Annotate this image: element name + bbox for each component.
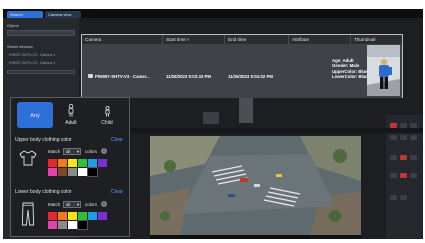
lower-clear-button[interactable]: Clear: [111, 189, 123, 195]
control-button[interactable]: [410, 135, 417, 140]
color-swatch[interactable]: [48, 159, 57, 167]
color-swatch[interactable]: [78, 212, 87, 220]
sort-indicator-icon: ▾: [186, 37, 190, 42]
column-start-time[interactable]: Start time ▾: [162, 35, 224, 44]
color-swatch[interactable]: [58, 221, 67, 229]
object-label: Object: [7, 23, 19, 28]
upper-match-value: all: [66, 149, 71, 154]
color-swatch[interactable]: [78, 168, 87, 176]
vms-window: Search Camera view Object Select devices…: [3, 9, 423, 239]
upper-clothing-title: Upper body clothing color: [15, 137, 72, 143]
camera-icon: [88, 74, 93, 78]
control-button[interactable]: [390, 155, 397, 160]
color-swatch[interactable]: [68, 221, 77, 229]
color-swatch[interactable]: [68, 159, 77, 167]
tab-search[interactable]: Search: [7, 11, 43, 18]
control-button[interactable]: [390, 173, 397, 178]
color-swatch[interactable]: [77, 220, 88, 230]
age-option-any[interactable]: Any: [17, 102, 53, 128]
lower-colors-label: colors: [85, 202, 98, 207]
ptz-control-panel: [386, 115, 423, 239]
background-thumbnail: [203, 112, 219, 124]
control-button[interactable]: [400, 135, 407, 140]
attribute-lower-color: LowerColor: Black: [332, 74, 370, 80]
appearance-filter-panel: Any Adult Child Upper body clothing colo…: [10, 97, 130, 237]
tab-camera-view[interactable]: Camera view: [45, 11, 81, 18]
color-swatch[interactable]: [58, 168, 67, 176]
control-button[interactable]: [390, 195, 397, 200]
camera-video-feed[interactable]: [150, 136, 361, 235]
control-button[interactable]: [400, 155, 407, 160]
age-option-child[interactable]: Child: [89, 102, 125, 128]
column-start-time-label: Start time: [166, 37, 186, 42]
color-swatch[interactable]: [87, 167, 98, 177]
device-row[interactable]: P09097-SHTV-V3 - Camera 1: [9, 53, 55, 57]
control-button[interactable]: [390, 135, 397, 140]
cell-end-time: 11/26/2023 5:04:02 PM: [228, 74, 273, 79]
window-tab-strip: Search Camera view: [3, 9, 423, 18]
lower-match-value: all: [66, 202, 71, 207]
upper-match-select[interactable]: all ▾: [63, 148, 81, 155]
age-option-label: Adult: [65, 120, 77, 126]
table-row[interactable]: P09097-SHTV-V3 - Camer... 11/26/2023 5:0…: [82, 44, 402, 98]
color-swatch[interactable]: [88, 159, 97, 167]
color-swatch[interactable]: [58, 212, 67, 220]
intersection-scene: [150, 136, 361, 235]
video-header: [123, 128, 423, 133]
color-swatch[interactable]: [48, 221, 57, 229]
chevron-down-icon: ▾: [76, 149, 79, 154]
control-button[interactable]: [400, 195, 407, 200]
column-thumbnail[interactable]: Thumbnail: [350, 35, 402, 44]
lower-match-select[interactable]: all ▾: [63, 201, 81, 208]
lower-clothing-title: Lower body clothing color: [15, 189, 72, 195]
color-swatch[interactable]: [68, 168, 77, 176]
color-swatch[interactable]: [58, 159, 67, 167]
color-swatch[interactable]: [78, 159, 87, 167]
table-header: Camera Start time ▾ End time Attribute T…: [82, 35, 402, 44]
info-icon[interactable]: i: [101, 201, 107, 207]
upper-colors-label: colors: [85, 149, 98, 154]
upper-clear-button[interactable]: Clear: [111, 137, 123, 143]
adult-icon: [68, 104, 74, 117]
search-results-table: Camera Start time ▾ End time Attribute T…: [81, 34, 403, 98]
person-thumbnail[interactable]: [367, 45, 400, 96]
age-option-label: Any: [30, 113, 40, 119]
lower-match-label: Match: [48, 202, 61, 207]
color-swatch[interactable]: [48, 212, 57, 220]
column-camera[interactable]: Camera: [82, 35, 162, 44]
object-select[interactable]: [7, 30, 75, 36]
cell-attributes: Age: Adult Gender: Male UpperColor: Blue…: [332, 58, 370, 80]
device-row-placeholder: [7, 70, 75, 74]
cell-camera: P09097-SHTV-V3 - Camer...: [95, 74, 150, 79]
shirt-icon: [19, 150, 37, 166]
chevron-down-icon: ▾: [76, 202, 79, 207]
control-button[interactable]: [400, 173, 407, 178]
page: Search Camera view Object Select devices…: [0, 0, 425, 243]
upper-match-label: Match: [48, 149, 61, 154]
child-icon: [105, 106, 110, 117]
column-attribute[interactable]: Attribute: [288, 35, 350, 44]
color-swatch[interactable]: [68, 212, 77, 220]
color-swatch[interactable]: [88, 212, 97, 220]
color-swatch[interactable]: [48, 168, 57, 176]
column-end-time[interactable]: End time: [224, 35, 288, 44]
cell-start-time: 11/26/2023 5:03:33 PM: [166, 74, 211, 79]
control-button[interactable]: [410, 155, 417, 160]
video-timeline-bar[interactable]: [150, 235, 361, 239]
device-row[interactable]: P09097-SHTV-V3 - Camera 2: [9, 61, 55, 65]
select-devices-label: Select devices: [7, 44, 33, 49]
pants-icon: [21, 202, 35, 226]
age-option-label: Child: [101, 120, 113, 126]
info-icon[interactable]: i: [101, 148, 107, 154]
color-swatch[interactable]: [98, 212, 107, 220]
age-option-adult[interactable]: Adult: [53, 102, 89, 128]
color-swatch[interactable]: [98, 159, 107, 167]
control-button[interactable]: [410, 173, 417, 178]
person-thumbnail-image: [367, 45, 400, 96]
